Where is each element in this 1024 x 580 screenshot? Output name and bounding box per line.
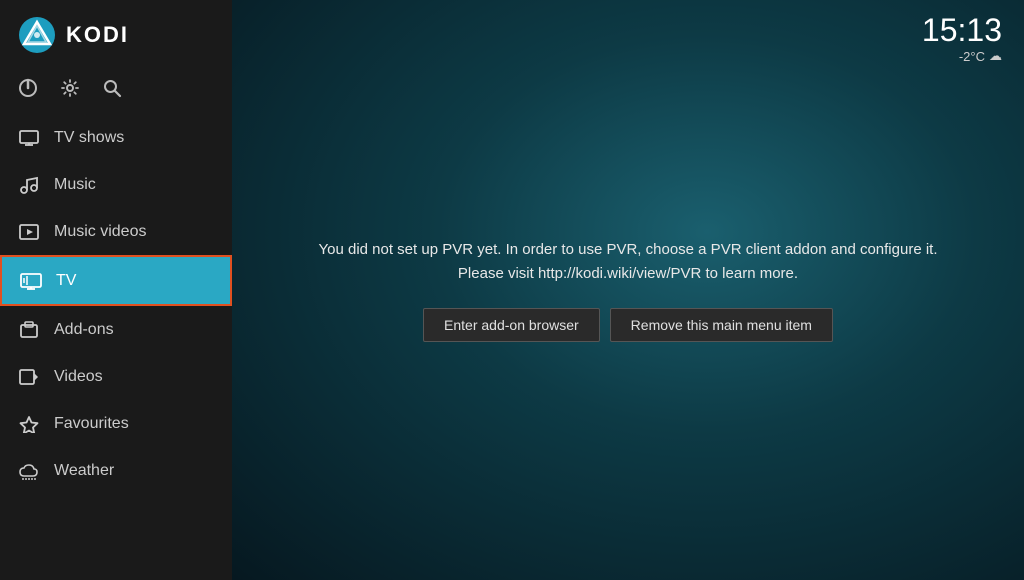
kodi-logo-icon [18,16,56,54]
videos-label: Videos [54,368,103,386]
search-button[interactable] [102,78,122,98]
addons-label: Add-ons [54,321,114,339]
nav-item-music-videos[interactable]: Music videos [0,208,232,255]
weather-cloud-icon: ☁ [989,48,1002,64]
music-icon [18,174,40,195]
pvr-message-area: You did not set up PVR yet. In order to … [279,218,978,362]
nav-item-videos[interactable]: Videos [0,353,232,400]
clock-area: 15:13 -2°C ☁ [922,14,1002,64]
enter-addon-browser-button[interactable]: Enter add-on browser [423,308,600,342]
nav-item-addons[interactable]: Add-ons [0,306,232,353]
favourites-icon [18,413,40,434]
main-nav: TV shows Music Music videos TV [0,114,232,580]
nav-item-tv[interactable]: TV [0,255,232,306]
remove-menu-item-button[interactable]: Remove this main menu item [610,308,833,342]
pvr-line2: Please visit http://kodi.wiki/view/PVR t… [458,265,798,282]
clock-time: 15:13 [922,14,1002,46]
weather-icon [18,460,40,481]
clock-weather: -2°C ☁ [922,48,1002,64]
pvr-line1: You did not set up PVR yet. In order to … [319,241,938,258]
nav-item-tv-shows[interactable]: TV shows [0,114,232,161]
main-content: 15:13 -2°C ☁ You did not set up PVR yet.… [232,0,1024,580]
nav-item-music[interactable]: Music [0,161,232,208]
tv-label: TV [56,272,76,290]
tv-icon [20,270,42,291]
temperature: -2°C [959,49,985,64]
settings-button[interactable] [60,78,80,98]
search-icon [102,78,122,98]
favourites-label: Favourites [54,415,129,433]
nav-item-favourites[interactable]: Favourites [0,400,232,447]
music-label: Music [54,176,96,194]
addons-icon [18,319,40,340]
pvr-buttons: Enter add-on browser Remove this main me… [423,308,833,342]
system-icons-bar [0,70,232,114]
sidebar: KODI TV shows [0,0,232,580]
app-title: KODI [66,22,129,48]
music-videos-icon [18,221,40,242]
pvr-message-text: You did not set up PVR yet. In order to … [319,238,938,286]
nav-item-weather[interactable]: Weather [0,447,232,494]
tv-shows-label: TV shows [54,129,124,147]
settings-icon [60,78,80,98]
tv-shows-icon [18,127,40,148]
power-button[interactable] [18,78,38,98]
app-header: KODI [0,0,232,70]
power-icon [18,78,38,98]
videos-icon [18,366,40,387]
music-videos-label: Music videos [54,223,146,241]
weather-label: Weather [54,462,114,480]
